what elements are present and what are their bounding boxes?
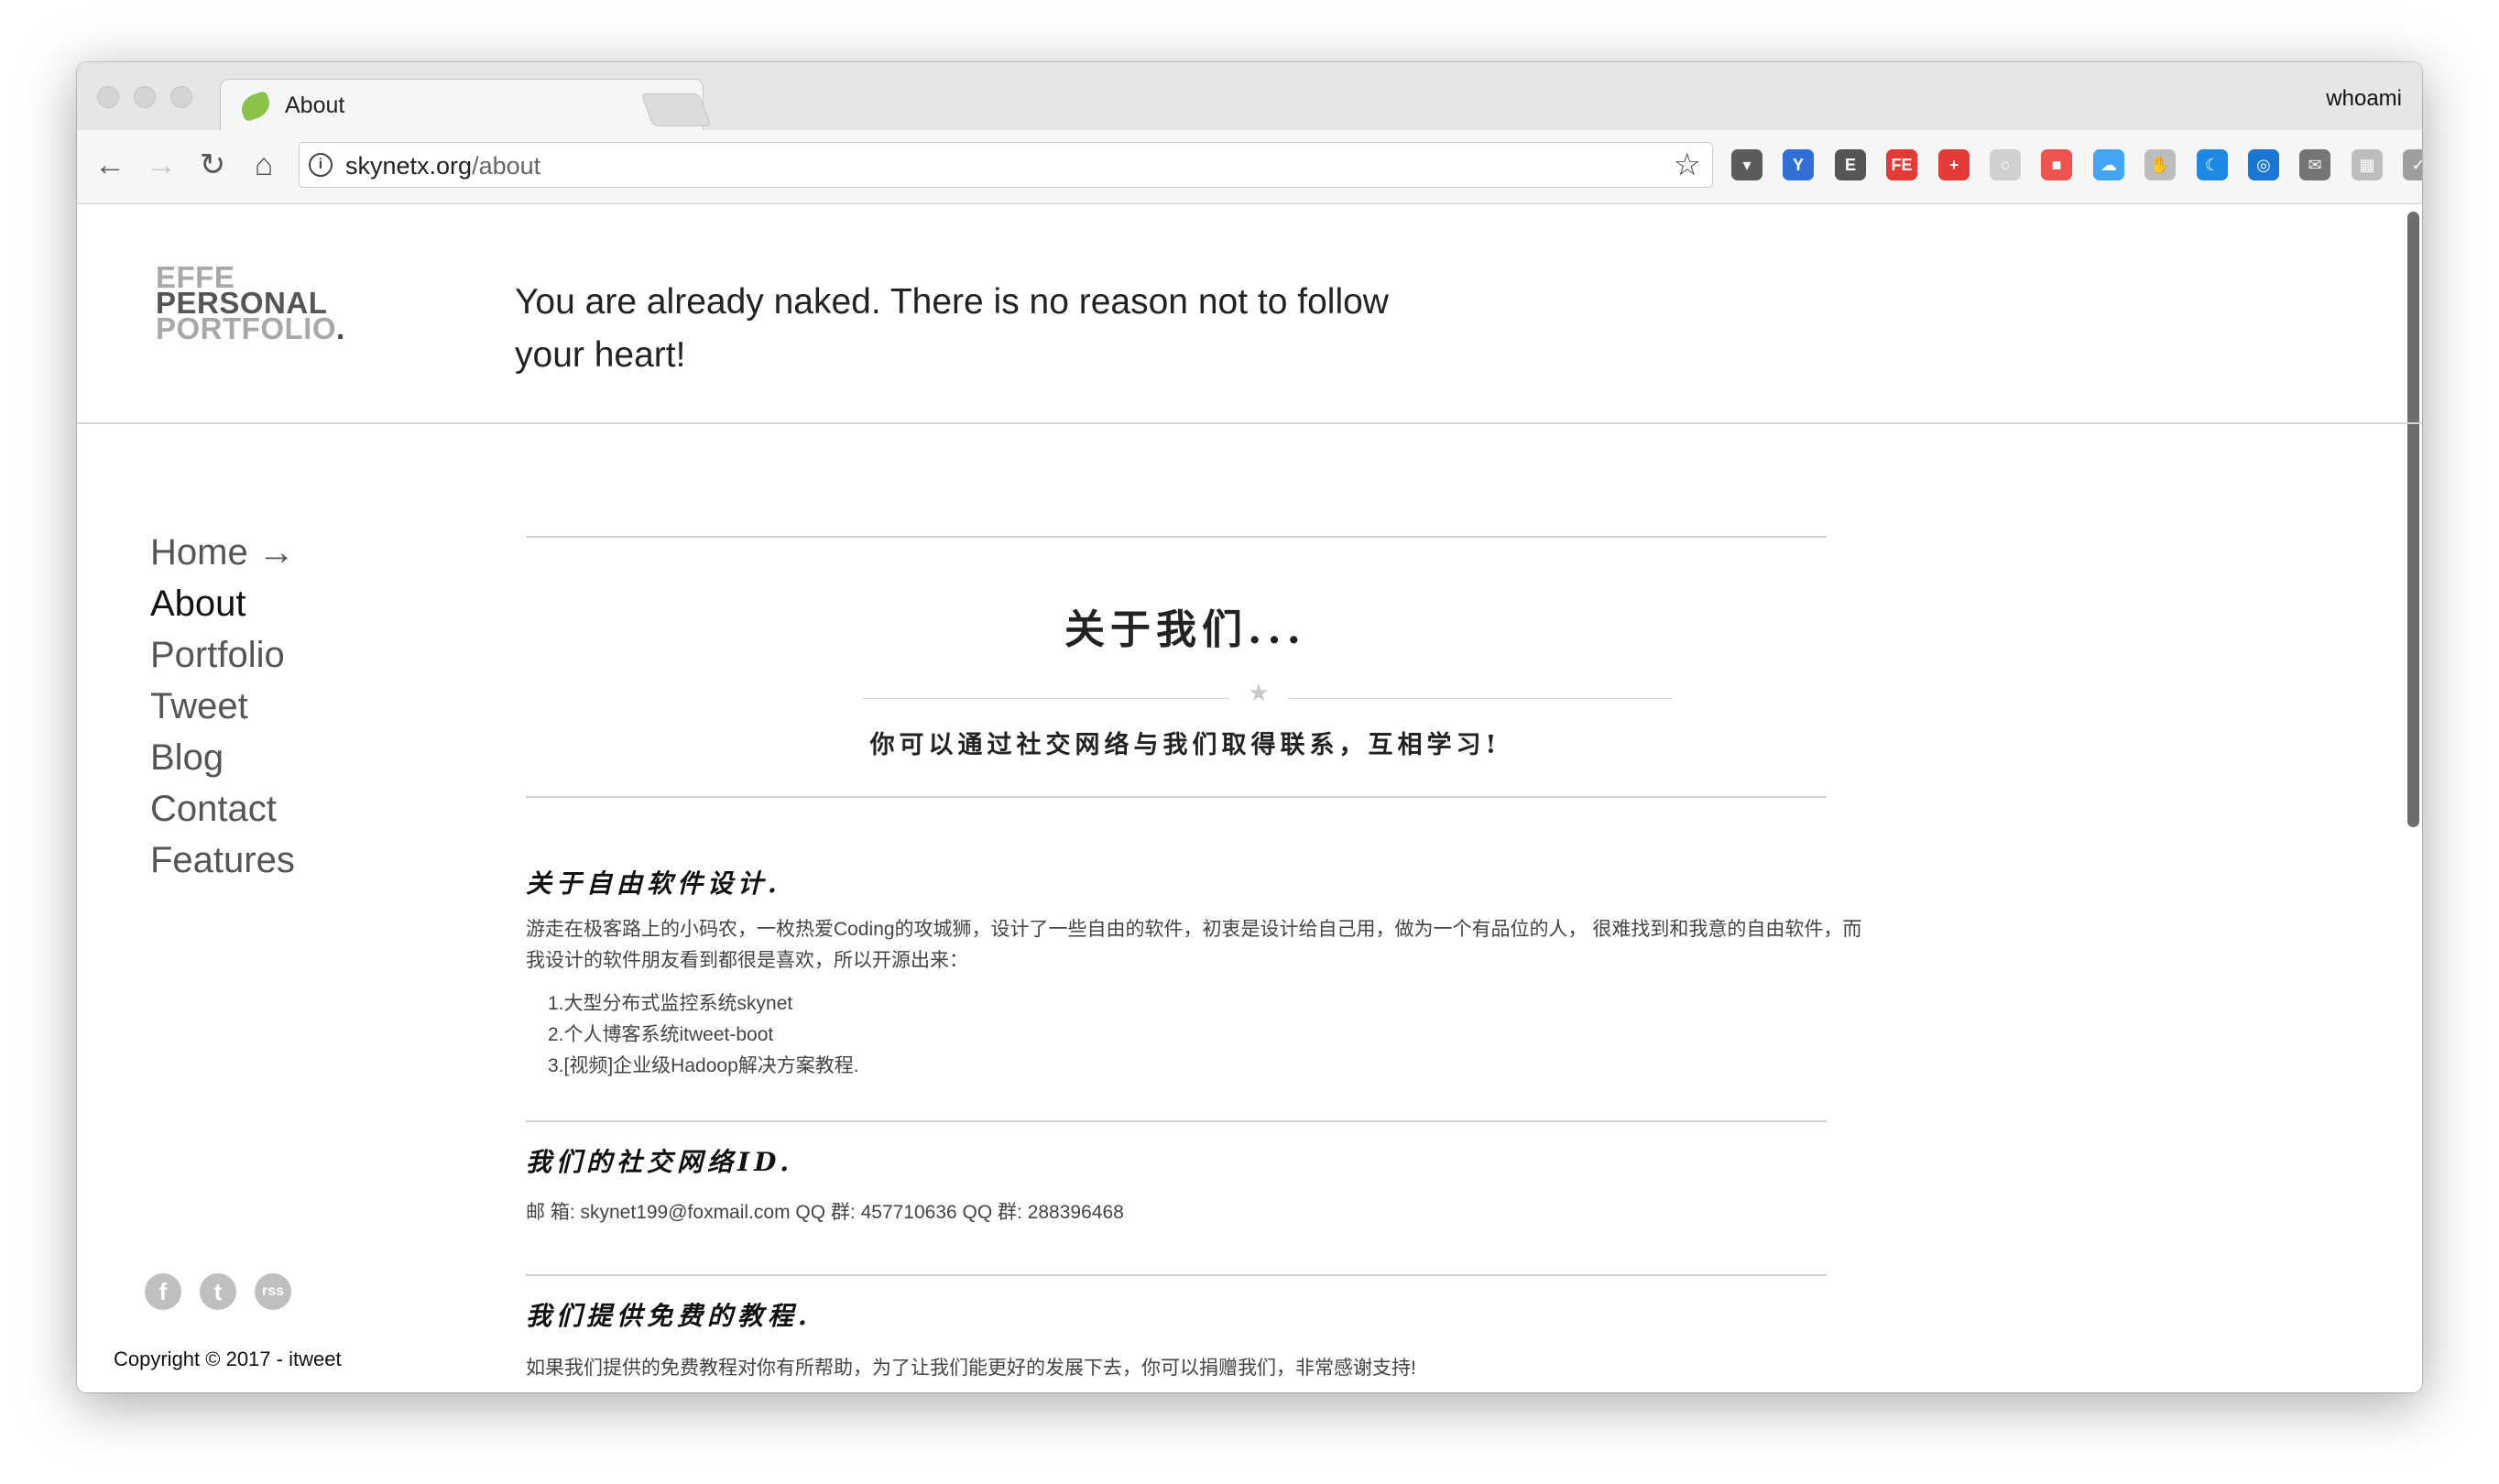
section-text-software: 游走在极客路上的小码农，一枚热爱Coding的攻城狮，设计了一些自由的软件，初衷…: [526, 919, 1862, 971]
site-nav: Home → About Portfolio Tweet Blog Contac…: [150, 527, 295, 886]
facebook-icon[interactable]: f: [145, 1273, 181, 1310]
pocket-icon[interactable]: ▾: [1731, 149, 1762, 180]
nav-item-contact[interactable]: Contact: [150, 783, 295, 835]
address-bar[interactable]: i skynetx.org/about ☆: [299, 142, 1713, 188]
section-text-social: 邮 箱: skynet199@foxmail.com QQ 群: 4577106…: [526, 1202, 1124, 1223]
home-icon[interactable]: ⌂: [246, 147, 282, 183]
site-tagline: You are already naked. There is no reaso…: [515, 282, 1389, 375]
nav-item-portfolio[interactable]: Portfolio: [150, 629, 295, 681]
copyright: Copyright © 2017 - itweet: [114, 1348, 342, 1370]
url-path: /about: [472, 152, 541, 180]
back-icon[interactable]: ←: [92, 147, 128, 183]
url-text[interactable]: skynetx.org/about: [345, 152, 540, 180]
list-item[interactable]: 3.[视频]企业级Hadoop解决方案教程.: [548, 1051, 859, 1078]
reload-icon[interactable]: ↻: [194, 147, 231, 183]
close-window-button[interactable]: [97, 86, 119, 108]
grid-extension-icon[interactable]: ▦: [2352, 149, 2383, 180]
logo-line-3: PORTFOLIO: [156, 311, 336, 345]
star-ornament-icon: ★: [1248, 679, 1270, 706]
browser-toolbar: ← → ↻ ⌂ i skynetx.org/about ☆ ▾ Y E FE + ○ ■ ☁ ✋…: [77, 130, 2422, 204]
nav-item-blog[interactable]: Blog: [150, 732, 295, 783]
divider: [526, 536, 1827, 538]
site-logo[interactable]: EFFE PERSONAL PORTFOLIO.: [156, 262, 345, 345]
maximize-window-button[interactable]: [170, 86, 192, 108]
tab-strip: About × whoami: [77, 62, 2422, 131]
info-icon[interactable]: i: [309, 153, 333, 177]
nav-item-tweet[interactable]: Tweet: [150, 681, 295, 732]
section-title-tutorials: 我们提供免费的教程.: [526, 1301, 812, 1331]
title-ornament-line-left: [863, 698, 1229, 699]
leaf-favicon-icon: [237, 90, 274, 123]
section-title-social: 我们的社交网络ID.: [526, 1147, 794, 1177]
tab-title: About: [285, 93, 345, 118]
y-extension-icon[interactable]: Y: [1783, 149, 1814, 180]
rss-icon[interactable]: rss: [255, 1273, 291, 1310]
evernote-icon[interactable]: E: [1835, 149, 1866, 180]
browser-window: About × whoami ← → ↻ ⌂ i skynetx.org/abo…: [77, 62, 2422, 1392]
profile-name[interactable]: whoami: [2326, 86, 2402, 112]
new-tab-button[interactable]: [640, 93, 712, 126]
cloud-icon[interactable]: ☁: [2093, 149, 2124, 180]
title-ornament-line-right: [1288, 698, 1673, 699]
forward-icon[interactable]: →: [143, 147, 180, 183]
hand-icon[interactable]: ✋: [2144, 149, 2176, 180]
list-item[interactable]: 2.个人博客系统itweet-boot: [548, 1020, 773, 1047]
minimize-window-button[interactable]: [134, 86, 156, 108]
divider: [526, 1274, 1827, 1276]
fe-extension-icon[interactable]: FE: [1886, 149, 1917, 180]
nav-item-about[interactable]: About: [150, 578, 295, 629]
divider: [526, 1120, 1827, 1122]
site-header: EFFE PERSONAL PORTFOLIO. You are already…: [77, 204, 2422, 424]
mail-icon[interactable]: ✉: [2299, 149, 2330, 180]
twitter-icon[interactable]: t: [200, 1273, 236, 1310]
nav-item-features[interactable]: Features: [150, 835, 295, 886]
logo-dot: .: [336, 311, 345, 345]
tab-about[interactable]: About ×: [220, 79, 704, 131]
gray-circle-icon[interactable]: ○: [1990, 149, 2021, 180]
nav-item-home[interactable]: Home →: [150, 527, 295, 578]
check-icon[interactable]: ✓: [2403, 149, 2422, 180]
divider: [526, 796, 1827, 798]
list-item[interactable]: 1.大型分布式监控系统skynet: [548, 988, 792, 1016]
bookmark-star-icon[interactable]: ☆: [1674, 147, 1701, 183]
red-extension-icon[interactable]: ■: [2041, 149, 2072, 180]
page-subtitle: 你可以通过社交网络与我们取得联系，互相学习!: [869, 731, 1501, 759]
plus-extension-icon[interactable]: +: [1938, 149, 1970, 180]
moon-icon[interactable]: ☾: [2197, 149, 2228, 180]
page-viewport: EFFE PERSONAL PORTFOLIO. You are already…: [77, 204, 2422, 1392]
section-title-software: 关于自由软件设计.: [526, 868, 781, 899]
section-text-tutorials: 如果我们提供的免费教程对你有所帮助，为了让我们能更好的发展下去，你可以捐赠我们，…: [526, 1358, 1416, 1379]
page-title: 关于我们...: [1064, 606, 1306, 653]
compass-icon[interactable]: ◎: [2248, 149, 2279, 180]
url-host: skynetx.org: [345, 152, 473, 180]
